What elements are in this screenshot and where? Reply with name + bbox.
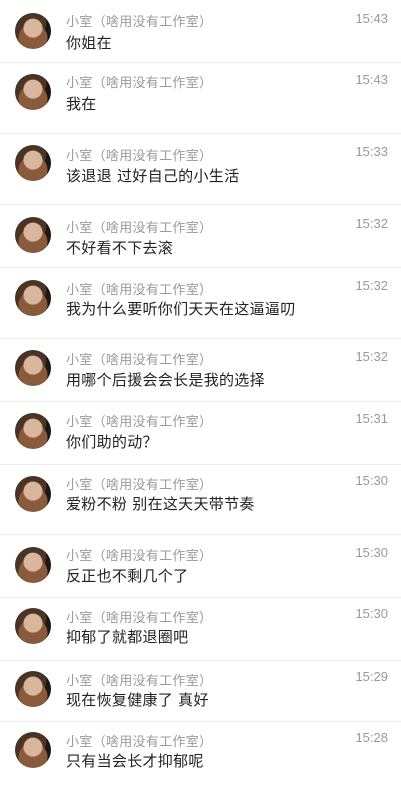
message-row[interactable]: 小室（啥用没有工作室） 15:33 该退退 过好自己的小生活 bbox=[0, 134, 401, 204]
message-row[interactable]: 小室（啥用没有工作室） 15:32 用哪个后援会会长是我的选择 bbox=[0, 339, 401, 401]
avatar[interactable] bbox=[15, 413, 51, 449]
message-list: 小室（啥用没有工作室） 15:43 你姐在 小室（啥用没有工作室） 15:43 … bbox=[0, 0, 401, 786]
message-time: 15:32 bbox=[355, 278, 388, 293]
sender-name: 小室（啥用没有工作室） bbox=[66, 735, 213, 750]
avatar[interactable] bbox=[15, 145, 51, 181]
message-row[interactable]: 小室（啥用没有工作室） 15:29 现在恢复健康了 真好 bbox=[0, 661, 401, 721]
message-text: 你们助的动？ bbox=[66, 433, 158, 451]
message-row[interactable]: 小室（啥用没有工作室） 15:30 抑郁了就都退圈吧 bbox=[0, 598, 401, 660]
avatar[interactable] bbox=[15, 350, 51, 386]
sender-name: 小室（啥用没有工作室） bbox=[66, 149, 213, 164]
message-row[interactable]: 小室（啥用没有工作室） 15:28 只有当会长才抑郁呢 bbox=[0, 722, 401, 786]
sender-name: 小室（啥用没有工作室） bbox=[66, 353, 213, 368]
message-row[interactable]: 小室（啥用没有工作室） 15:31 你们助的动？ bbox=[0, 402, 401, 464]
message-text: 只有当会长才抑郁呢 bbox=[66, 752, 204, 770]
message-text: 该退退 过好自己的小生活 bbox=[66, 167, 240, 185]
message-text: 抑郁了就都退圈吧 bbox=[66, 628, 189, 646]
message-time: 15:28 bbox=[355, 730, 388, 745]
sender-name: 小室（啥用没有工作室） bbox=[66, 415, 213, 430]
message-time: 15:30 bbox=[355, 606, 388, 621]
message-time: 15:30 bbox=[355, 473, 388, 488]
avatar[interactable] bbox=[15, 671, 51, 707]
message-row[interactable]: 小室（啥用没有工作室） 15:43 你姐在 bbox=[0, 0, 401, 62]
message-text: 不好看不下去滚 bbox=[66, 239, 174, 257]
sender-name: 小室（啥用没有工作室） bbox=[66, 674, 213, 689]
avatar[interactable] bbox=[15, 74, 51, 110]
message-row[interactable]: 小室（啥用没有工作室） 15:43 我在 bbox=[0, 63, 401, 133]
message-row[interactable]: 小室（啥用没有工作室） 15:30 反正也不剩几个了 bbox=[0, 535, 401, 597]
message-text: 反正也不剩几个了 bbox=[66, 567, 189, 585]
message-time: 15:29 bbox=[355, 669, 388, 684]
message-row[interactable]: 小室（啥用没有工作室） 15:32 不好看不下去滚 bbox=[0, 205, 401, 267]
message-time: 15:33 bbox=[355, 144, 388, 159]
avatar[interactable] bbox=[15, 732, 51, 768]
message-time: 15:32 bbox=[355, 216, 388, 231]
message-time: 15:32 bbox=[355, 349, 388, 364]
avatar[interactable] bbox=[15, 476, 51, 512]
avatar[interactable] bbox=[15, 547, 51, 583]
message-text: 爱粉不粉 别在这天天带节奏 bbox=[66, 495, 255, 513]
message-time: 15:31 bbox=[355, 411, 388, 426]
message-row[interactable]: 小室（啥用没有工作室） 15:32 我为什么要听你们天天在这逼逼叨 bbox=[0, 268, 401, 338]
sender-name: 小室（啥用没有工作室） bbox=[66, 549, 213, 564]
sender-name: 小室（啥用没有工作室） bbox=[66, 283, 213, 298]
message-text: 现在恢复健康了 真好 bbox=[66, 691, 209, 709]
message-text: 用哪个后援会会长是我的选择 bbox=[66, 371, 265, 389]
message-text: 你姐在 bbox=[66, 34, 112, 52]
sender-name: 小室（啥用没有工作室） bbox=[66, 15, 213, 30]
message-row[interactable]: 小室（啥用没有工作室） 15:30 爱粉不粉 别在这天天带节奏 bbox=[0, 465, 401, 534]
sender-name: 小室（啥用没有工作室） bbox=[66, 478, 213, 493]
sender-name: 小室（啥用没有工作室） bbox=[66, 611, 213, 626]
avatar[interactable] bbox=[15, 280, 51, 316]
message-time: 15:43 bbox=[355, 11, 388, 26]
message-time: 15:30 bbox=[355, 545, 388, 560]
avatar[interactable] bbox=[15, 608, 51, 644]
sender-name: 小室（啥用没有工作室） bbox=[66, 221, 213, 236]
sender-name: 小室（啥用没有工作室） bbox=[66, 76, 213, 91]
message-text: 我在 bbox=[66, 95, 97, 113]
avatar[interactable] bbox=[15, 217, 51, 253]
avatar[interactable] bbox=[15, 13, 51, 49]
message-text: 我为什么要听你们天天在这逼逼叨 bbox=[66, 300, 296, 318]
message-time: 15:43 bbox=[355, 72, 388, 87]
